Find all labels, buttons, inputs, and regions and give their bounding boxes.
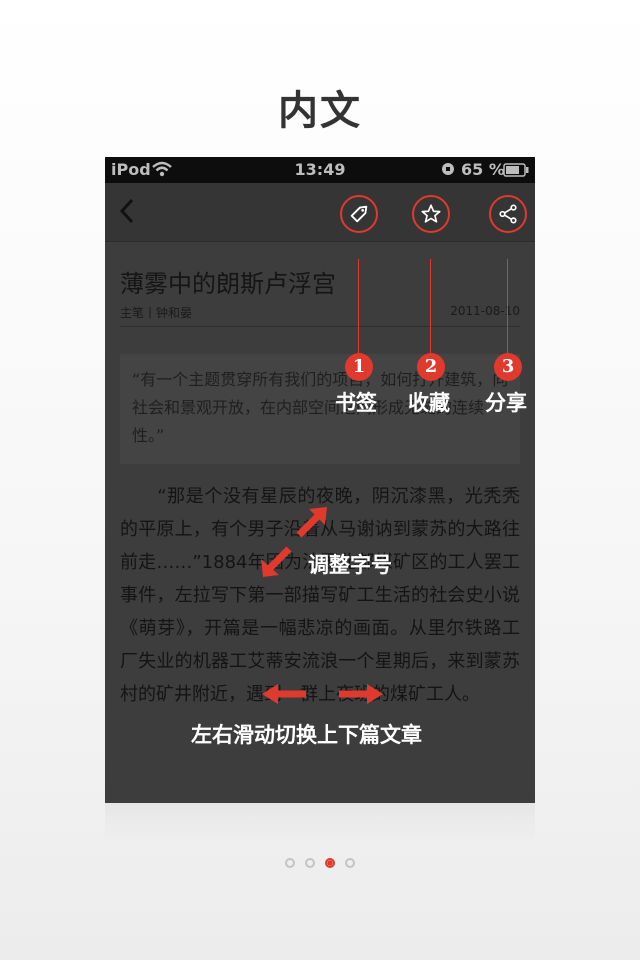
swipe-left-arrow-icon bbox=[262, 684, 306, 704]
font-size-callout-label: 调整字号 bbox=[308, 553, 392, 577]
rotation-lock-icon bbox=[442, 163, 454, 175]
quote-box: “有一个主题贯穿所有我们的项目，如何打开建筑，向社会和景观开放，在内部空间之间形… bbox=[120, 354, 520, 464]
badge-bookmark: 1 bbox=[345, 353, 373, 381]
share-callout-line bbox=[507, 259, 508, 354]
phone-screen: iPod 13:49 65 % 薄雾中的朗斯卢浮宫 主笔丨钟和晏 2011-08… bbox=[105, 157, 535, 803]
expand-arrow-icon bbox=[296, 507, 327, 538]
quote-text: “有一个主题贯穿所有我们的项目，如何打开建筑，向社会和景观开放，在内部空间之间形… bbox=[132, 370, 509, 445]
swipe-right-arrow-icon bbox=[339, 684, 383, 704]
badge-share: 3 bbox=[494, 353, 522, 381]
share-button[interactable] bbox=[489, 195, 527, 233]
article-date: 2011-08-10 bbox=[450, 304, 520, 318]
swipe-callout-label: 左右滑动切换上下篇文章 bbox=[191, 723, 422, 747]
bookmark-callout-line bbox=[358, 259, 359, 354]
article-byline: 主笔丨钟和晏 bbox=[120, 306, 193, 320]
bookmark-button[interactable] bbox=[340, 195, 378, 233]
star-icon bbox=[421, 204, 441, 223]
shrink-arrow-icon bbox=[261, 546, 292, 577]
phone-reflection bbox=[105, 803, 535, 843]
page-dot[interactable] bbox=[345, 858, 355, 868]
pagination-dots bbox=[0, 858, 640, 868]
bookmark-callout-label: 书签 bbox=[335, 391, 377, 415]
page-dot-active[interactable] bbox=[325, 858, 335, 868]
favorite-callout-label: 收藏 bbox=[408, 391, 450, 415]
status-bar: iPod 13:49 65 % bbox=[105, 157, 535, 183]
page-dot[interactable] bbox=[305, 858, 315, 868]
divider bbox=[120, 326, 520, 327]
article-title: 薄雾中的朗斯卢浮宫 bbox=[120, 270, 336, 298]
nav-bar bbox=[105, 183, 535, 242]
battery-percent: 65 % bbox=[461, 160, 505, 179]
share-icon bbox=[499, 204, 517, 224]
battery-icon bbox=[503, 163, 529, 177]
badge-favorite: 2 bbox=[417, 353, 445, 381]
favorite-callout-line bbox=[430, 259, 431, 354]
share-callout-label: 分享 bbox=[485, 391, 527, 415]
page-dot[interactable] bbox=[285, 858, 295, 868]
tag-icon bbox=[350, 205, 368, 223]
page-title: 内文 bbox=[278, 88, 362, 134]
favorite-button[interactable] bbox=[412, 195, 450, 233]
back-icon[interactable] bbox=[117, 197, 137, 225]
